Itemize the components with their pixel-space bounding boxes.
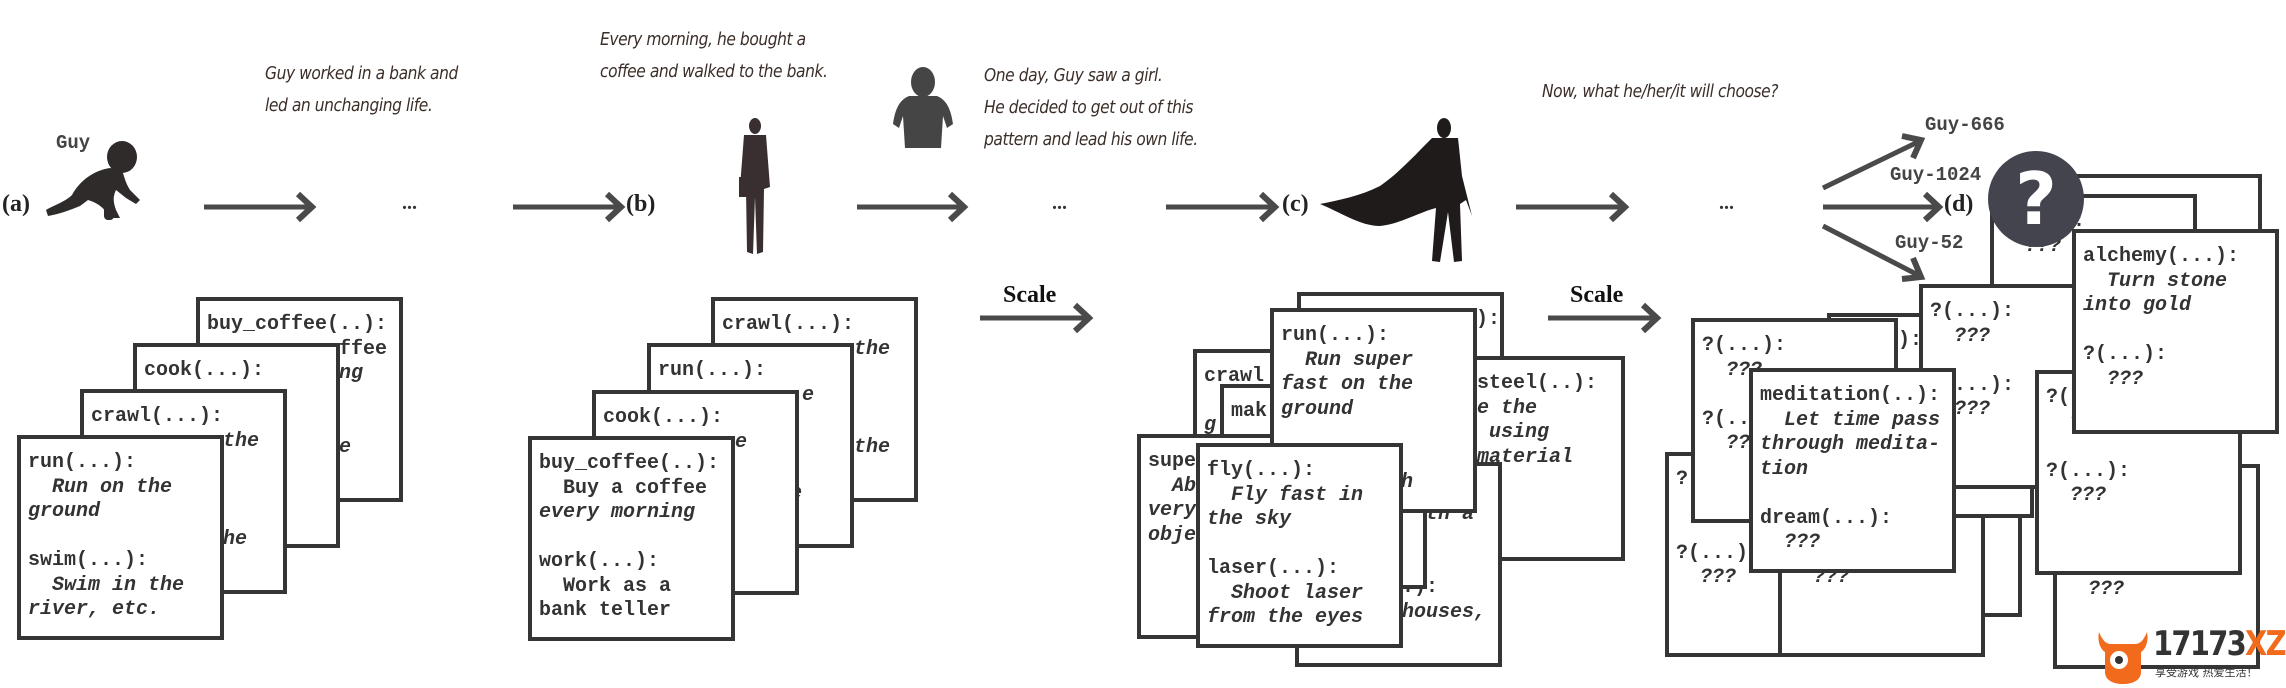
- card-line: fly(...):: [1207, 459, 1316, 482]
- card-line: from the eyes: [1207, 606, 1364, 629]
- card-line: ?(...):: [2046, 459, 2131, 483]
- arrow-icon: [980, 302, 1094, 334]
- card-line: cook(...):: [603, 406, 724, 429]
- card-line: into gold: [2083, 294, 2192, 317]
- watermark-text: 17173XZ: [2153, 624, 2286, 664]
- card-line: every morning: [539, 501, 696, 524]
- card-line: meditation(..):: [1760, 384, 1941, 407]
- superhero-icon: [1320, 118, 1472, 262]
- card-line: ???: [1760, 531, 1821, 554]
- card-line: ground: [28, 500, 101, 523]
- skill-card-alchemy: alchemy(...): Turn stone into gold ?(...):…: [2072, 229, 2279, 434]
- card-line: Turn stone: [2083, 269, 2228, 293]
- card-line: [2046, 435, 2232, 460]
- card-line: [1760, 482, 1946, 507]
- card-line: tion: [1760, 457, 1809, 481]
- watermark-logo: 17173XZ 享受游戏 热爱生活！: [2095, 624, 2286, 684]
- branch-arrow-down-icon: [1821, 223, 1926, 282]
- card-line: [28, 525, 214, 550]
- skill-card-front: fly(...): Fly fast in the sky laser(...): …: [1196, 443, 1403, 648]
- card-line: bank teller: [539, 599, 672, 622]
- arrow-icon: [1166, 191, 1280, 223]
- card-line: Let time pass: [1760, 408, 1941, 432]
- card-line: ?(...):: [2083, 343, 2168, 366]
- arrow-icon: [1548, 302, 1662, 334]
- arrow-icon: [857, 191, 969, 223]
- card-line: run(...):: [28, 451, 137, 474]
- branch-arrow-right-icon: [1823, 191, 1944, 223]
- card-line: ?(...):: [1702, 334, 1787, 357]
- monster-logo-icon: [2098, 632, 2148, 684]
- question-mark-icon: ?: [1988, 151, 2084, 247]
- card-line: river, etc.: [28, 598, 161, 621]
- watermark-accent: XZ: [2245, 624, 2286, 664]
- card-line: run(...):: [1281, 324, 1390, 347]
- card-line: Swim in the: [28, 573, 185, 597]
- watermark-number: 17173: [2153, 624, 2247, 664]
- businessman-icon: [739, 118, 770, 254]
- arrow-icon: [1516, 191, 1630, 223]
- card-line: work(...):: [539, 550, 660, 573]
- girl-icon: [893, 67, 953, 148]
- card-line: laser(...):: [1207, 557, 1340, 580]
- skill-card-front: buy_coffee(..): Buy a coffee every mornin…: [528, 436, 735, 641]
- watermark-slogan: 享受游戏 热爱生活！: [2155, 666, 2258, 679]
- card-line: Fly fast in: [1207, 483, 1364, 507]
- card-line: the sky: [1207, 508, 1292, 531]
- card-line: Work as a: [539, 574, 672, 598]
- card-line: [539, 526, 725, 551]
- card-line: crawl(...):: [722, 313, 855, 336]
- baby-crawling-icon: [46, 141, 140, 220]
- card-line: Run super: [1281, 348, 1414, 372]
- diagram-canvas: Guy Guy worked in a bank and led an unch…: [0, 0, 2286, 688]
- arrow-icon: [513, 191, 626, 223]
- card-line: Run on the: [28, 475, 173, 499]
- card-line: ???: [2083, 367, 2144, 391]
- card-line: [2083, 319, 2269, 344]
- card-line: run(...):: [658, 359, 767, 382]
- card-line: buy_coffee(..):: [539, 452, 720, 475]
- card-line: ???: [2064, 578, 2125, 601]
- card-line: cook(...):: [144, 359, 265, 382]
- arrow-icon: [204, 191, 317, 223]
- card-line: alchemy(...):: [2083, 245, 2240, 268]
- skill-card-front: run(...): Run on the ground swim(...): Swi…: [17, 435, 224, 640]
- card-line: through medita-: [1760, 433, 1941, 456]
- card-line: fast on the: [1281, 373, 1414, 396]
- card-line: ???: [2046, 484, 2107, 507]
- skill-card-meditation: meditation(..): Let time pass through med…: [1749, 368, 1956, 573]
- card-line: buy_coffee(..):: [207, 313, 388, 336]
- card-line: ground: [1281, 397, 1354, 421]
- card-line: dream(...):: [1760, 506, 1893, 530]
- card-line: Shoot laser: [1207, 581, 1364, 605]
- card-line: swim(...):: [28, 549, 149, 572]
- card-line: [1207, 533, 1393, 558]
- branch-arrow-up-icon: [1821, 133, 1926, 191]
- card-line: Buy a coffee: [539, 476, 708, 500]
- card-line: crawl(...):: [91, 405, 224, 428]
